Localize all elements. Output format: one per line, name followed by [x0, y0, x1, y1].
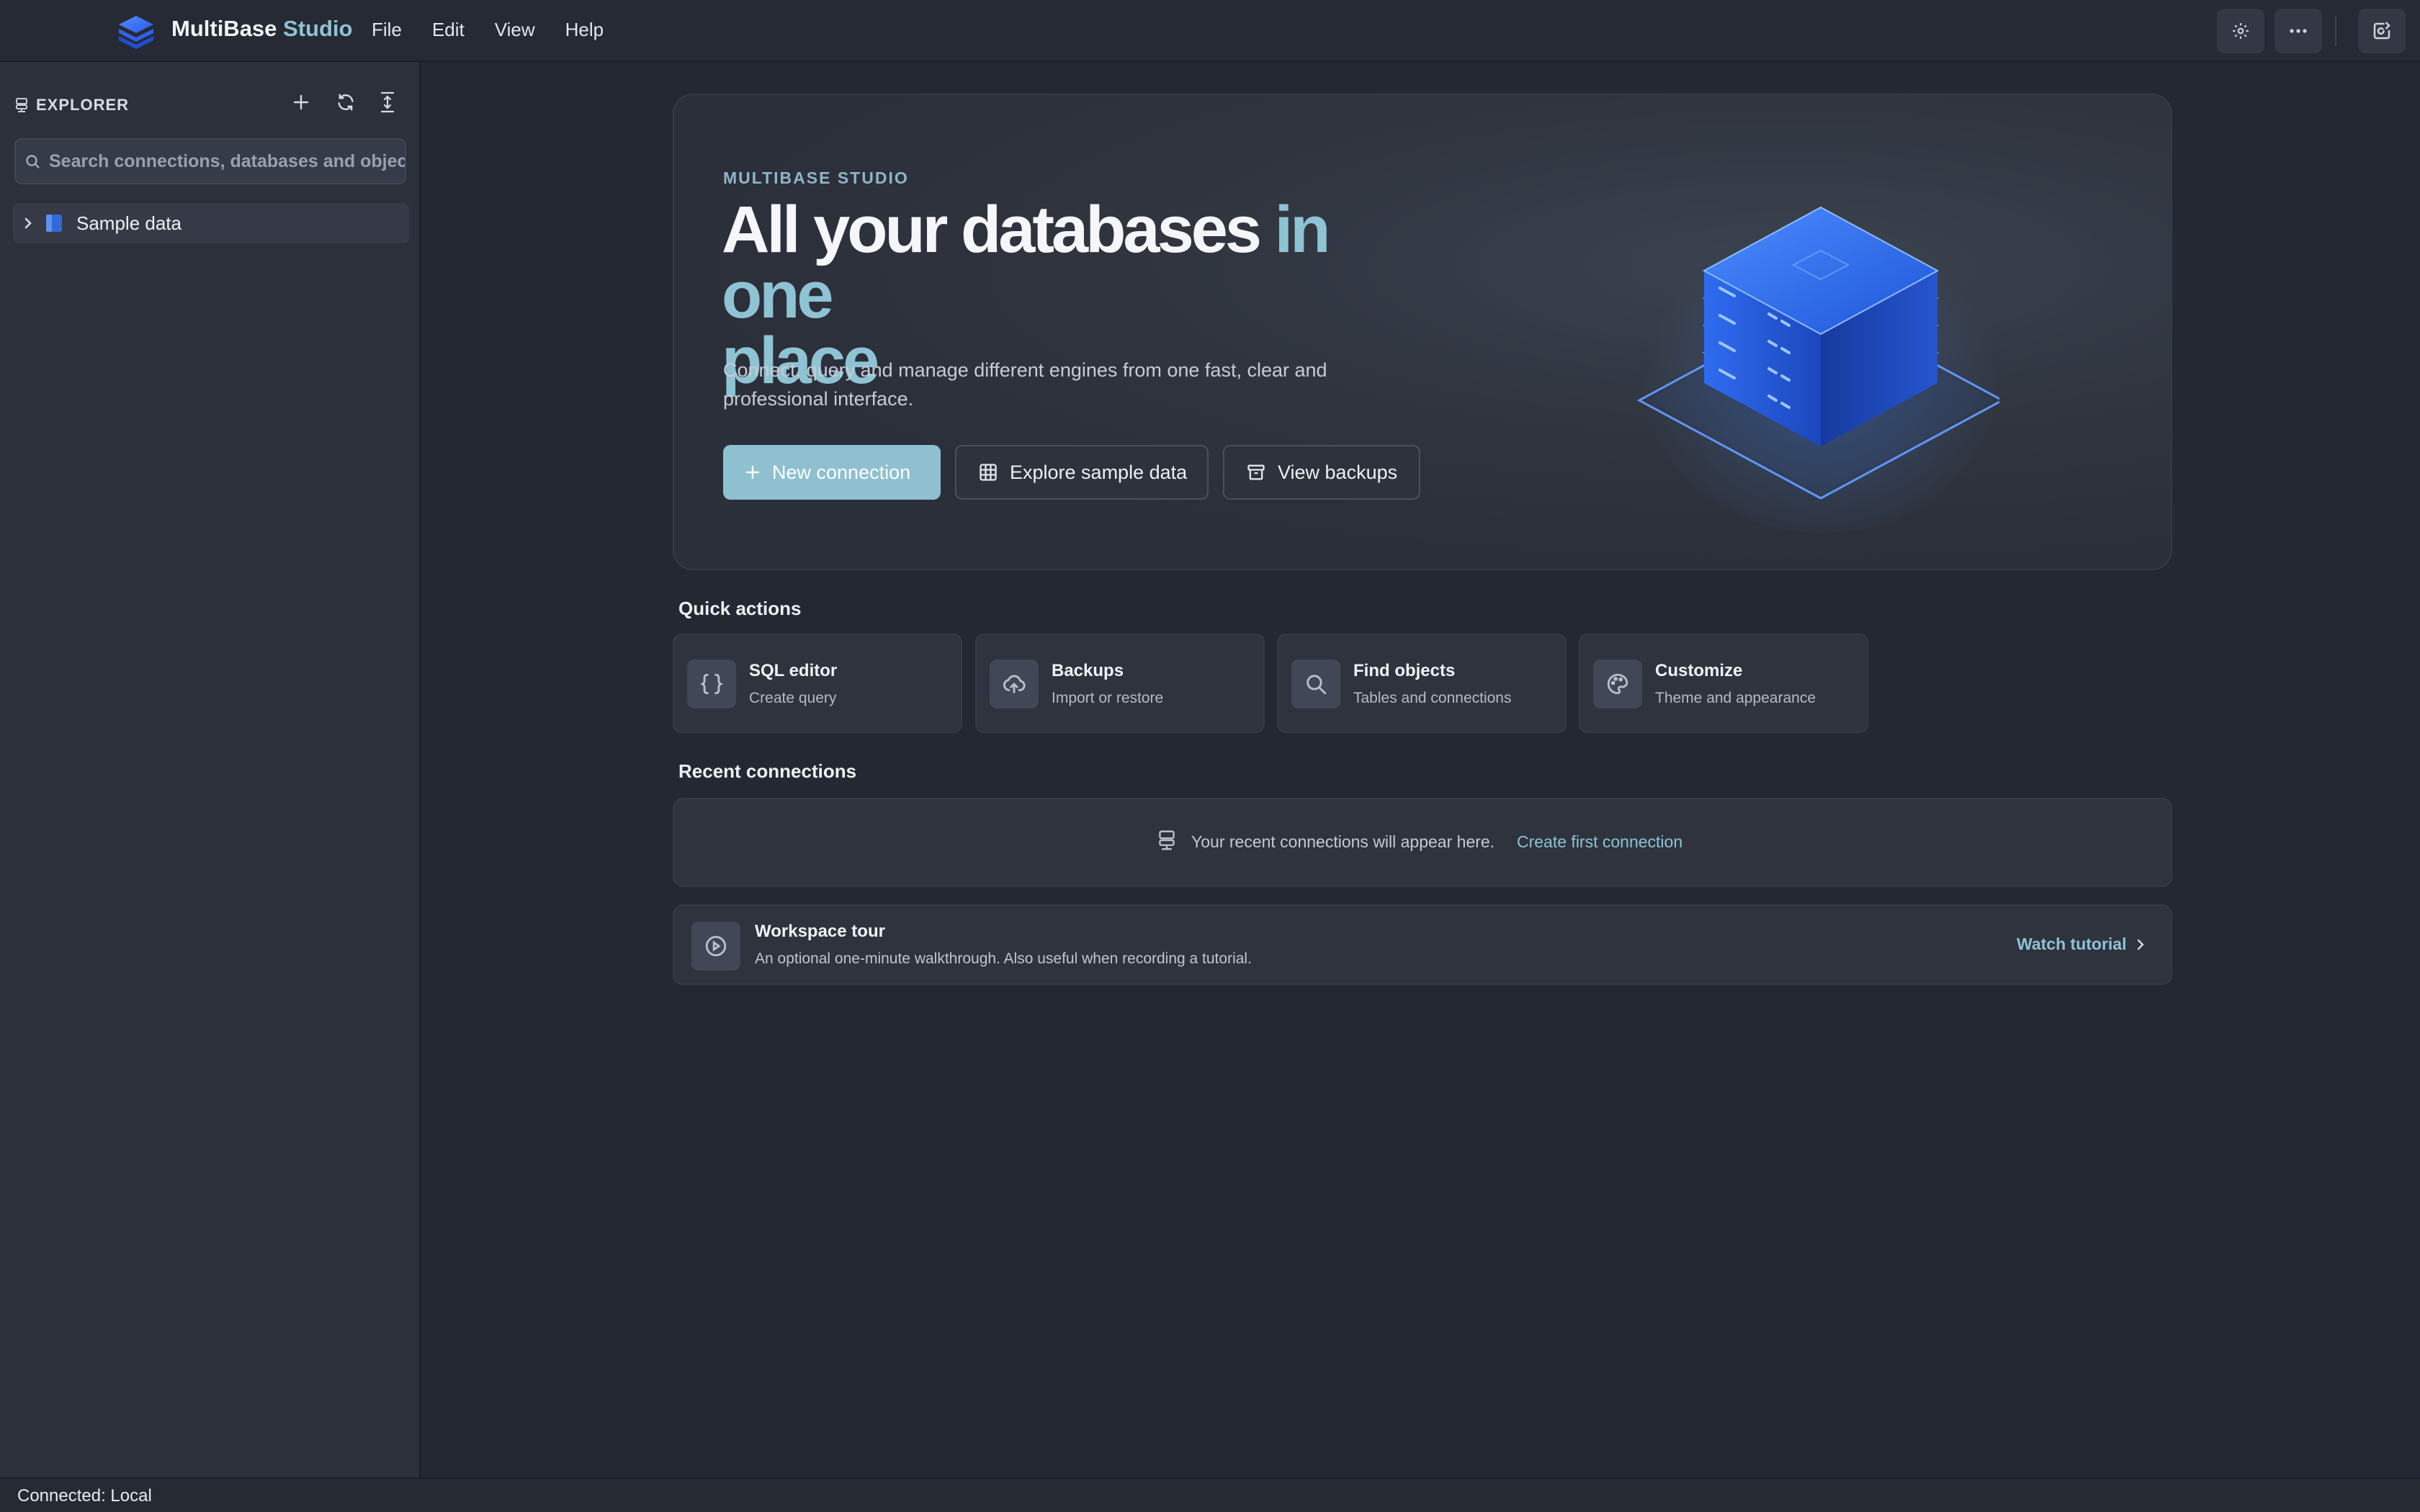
- menu-bar: File Edit View Help: [372, 19, 634, 41]
- gear-icon: [2233, 23, 2249, 39]
- brand-name: MultiBase: [171, 16, 277, 41]
- add-connection-button[interactable]: [285, 86, 317, 118]
- explorer-search: [14, 138, 406, 184]
- app-brand: MultiBase Studio: [171, 16, 352, 42]
- workspace-tour-title: Workspace tour: [755, 922, 885, 941]
- recent-connections-empty: Your recent connections will appear here…: [673, 798, 2172, 887]
- hero-subtitle: Connect, query and manage different engi…: [723, 359, 1327, 410]
- search-icon: [1291, 660, 1340, 708]
- server-icon: [16, 98, 27, 112]
- menu-view[interactable]: View: [495, 19, 535, 41]
- quick-action-subtitle: Import or restore: [1052, 690, 1164, 706]
- explorer-header: EXPLORER: [14, 91, 129, 120]
- quick-action-title: Backups: [1052, 661, 1124, 680]
- explore-sample-data-button[interactable]: Explore sample data: [955, 445, 1209, 500]
- braces-icon: [687, 660, 736, 708]
- plus-icon: [745, 465, 760, 480]
- quick-action-subtitle: Tables and connections: [1353, 690, 1512, 706]
- explorer-title: EXPLORER: [36, 96, 130, 114]
- quick-action-title: Customize: [1655, 661, 1743, 680]
- collapse-icon: [380, 91, 395, 113]
- search-icon: [26, 155, 40, 168]
- brand-suffix: Studio: [283, 16, 353, 41]
- chevron-right-icon[interactable]: [23, 216, 33, 230]
- explorer-search-input[interactable]: [49, 140, 405, 183]
- menu-file[interactable]: File: [372, 19, 402, 41]
- quick-action-find-objects[interactable]: Find objects Tables and connections: [1277, 634, 1567, 733]
- watch-tutorial-link[interactable]: Watch tutorial: [2017, 935, 2145, 954]
- headline-main: All your databases: [722, 193, 1262, 266]
- create-first-connection-link[interactable]: Create first connection: [1517, 832, 1682, 852]
- refresh-icon: [338, 94, 354, 111]
- tree-item-sample-data[interactable]: Sample data: [13, 203, 409, 243]
- refresh-icon: [2373, 22, 2390, 40]
- refresh-explorer-button[interactable]: [330, 86, 362, 118]
- menu-edit[interactable]: Edit: [432, 19, 465, 41]
- quick-action-title: SQL editor: [749, 661, 838, 680]
- table-grid-icon: [980, 464, 997, 481]
- sync-button[interactable]: [2358, 9, 2406, 53]
- archive-icon: [1247, 464, 1265, 480]
- quick-actions-title: Quick actions: [678, 598, 802, 619]
- recent-connections-title: Recent connections: [678, 760, 857, 782]
- quick-action-sql-editor[interactable]: SQL editor Create query: [673, 634, 962, 733]
- title-bar: MultiBase Studio File Edit View Help: [0, 0, 2420, 62]
- collapse-all-button[interactable]: [372, 86, 403, 118]
- new-connection-label: New connection: [772, 461, 911, 483]
- quick-action-customize[interactable]: Customize Theme and appearance: [1579, 634, 1868, 733]
- database-stack-illustration: [1625, 144, 1999, 554]
- quick-action-subtitle: Create query: [749, 690, 837, 706]
- connection-status: Connected: Local: [17, 1486, 152, 1506]
- workspace-tour-card: Workspace tour An optional one-minute wa…: [673, 904, 2172, 985]
- quick-action-backups[interactable]: Backups Import or restore: [975, 634, 1265, 733]
- quick-action-subtitle: Theme and appearance: [1655, 690, 1816, 706]
- view-backups-label: View backups: [1278, 461, 1398, 483]
- watch-tutorial-label: Watch tutorial: [2017, 935, 2127, 953]
- database-icon: [46, 215, 62, 232]
- explore-sample-data-label: Explore sample data: [1010, 461, 1188, 483]
- tree-item-label: Sample data: [76, 212, 182, 234]
- quick-action-title: Find objects: [1353, 661, 1456, 680]
- view-backups-button[interactable]: View backups: [1223, 445, 1420, 500]
- hero-card: MULTIBASE STUDIO All your databases in o…: [673, 94, 2172, 570]
- explorer-sidebar: EXPLORER Sample data: [0, 62, 421, 1477]
- plus-icon: [293, 94, 309, 110]
- cloud-upload-icon: [990, 660, 1039, 708]
- palette-icon: [1593, 660, 1642, 708]
- app-logo-icon: [115, 12, 157, 52]
- new-connection-button[interactable]: New connection: [723, 445, 941, 500]
- server-icon: [1159, 830, 1175, 850]
- recent-empty-text: Your recent connections will appear here…: [1191, 832, 1495, 851]
- menu-help[interactable]: Help: [565, 19, 604, 41]
- titlebar-divider: [2335, 16, 2336, 46]
- hero-eyebrow: MULTIBASE STUDIO: [723, 168, 909, 187]
- more-options-button[interactable]: [2275, 9, 2322, 53]
- more-horizontal-icon: [2290, 29, 2307, 33]
- play-circle-icon: [691, 922, 740, 971]
- chevron-right-icon: [2138, 939, 2145, 950]
- status-bar: Connected: Local: [0, 1477, 2420, 1512]
- settings-button[interactable]: [2217, 9, 2264, 53]
- workspace-tour-subtitle: An optional one-minute walkthrough. Also…: [755, 950, 1252, 967]
